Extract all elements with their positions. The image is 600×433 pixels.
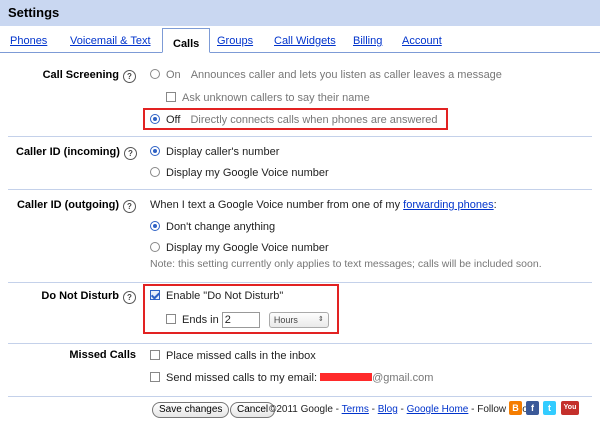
twitter-icon[interactable]: t	[543, 401, 556, 415]
tab-account[interactable]: Account	[402, 35, 442, 47]
tab-groups[interactable]: Groups	[217, 35, 253, 47]
forwarding-phones-link[interactable]: forwarding phones	[403, 199, 494, 211]
tab-bar: Phones Voicemail & Text Calls Groups Cal…	[0, 26, 600, 53]
blog-link[interactable]: Blog	[378, 404, 398, 415]
outgoing-display-gv-option[interactable]: Display my Google Voice number	[150, 242, 329, 254]
page-title: Settings	[8, 5, 60, 20]
ask-name-option[interactable]: Ask unknown callers to say their name	[166, 92, 370, 104]
missed-calls-label: Missed Calls	[69, 349, 136, 361]
radio-screening-off[interactable]	[150, 114, 160, 124]
call-screening-label: Call Screening?	[30, 69, 136, 83]
help-icon[interactable]: ?	[123, 147, 137, 160]
incoming-display-gv-option[interactable]: Display my Google Voice number	[150, 167, 329, 179]
outgoing-note: Note: this setting currently only applie…	[150, 258, 542, 270]
missed-inbox-option[interactable]: Place missed calls in the inbox	[150, 350, 316, 362]
missed-email-option[interactable]: Send missed calls to my email: @gmail.co…	[150, 372, 433, 384]
call-screening-on-option[interactable]: On Announces caller and lets you listen a…	[150, 69, 502, 81]
radio-screening-on[interactable]	[150, 69, 160, 79]
call-screening-off-option[interactable]: Off Directly connects calls when phones a…	[150, 114, 438, 126]
blogger-icon[interactable]: B	[509, 401, 522, 415]
youtube-icon[interactable]: You	[561, 401, 579, 415]
caller-id-outgoing-label: Caller ID (outgoing)?	[16, 199, 136, 213]
duration-unit-select[interactable]: Hours ⇕	[268, 312, 329, 328]
google-home-link[interactable]: Google Home	[407, 404, 469, 415]
help-icon[interactable]: ?	[123, 291, 136, 304]
do-not-disturb-label: Do Not Disturb?	[30, 290, 136, 304]
radio-display-gv-outgoing[interactable]	[150, 242, 160, 252]
checkbox-ends-in[interactable]	[166, 313, 176, 324]
checkbox-ask-name[interactable]	[166, 92, 176, 102]
redacted-email	[320, 373, 373, 381]
save-changes-button[interactable]: Save changes	[152, 402, 230, 418]
checkbox-enable-dnd[interactable]	[150, 290, 160, 300]
radio-display-gv-incoming[interactable]	[150, 167, 160, 177]
radio-dont-change[interactable]	[150, 221, 160, 231]
help-icon[interactable]: ?	[123, 70, 136, 83]
tab-phones[interactable]: Phones	[10, 35, 47, 47]
checkbox-missed-inbox[interactable]	[150, 350, 160, 360]
tab-calls[interactable]: Calls	[162, 28, 211, 53]
enable-dnd-option[interactable]: Enable "Do Not Disturb"	[150, 290, 283, 302]
checkbox-missed-email[interactable]	[150, 372, 160, 382]
tab-voicemail-text[interactable]: Voicemail & Text	[70, 35, 151, 47]
footer-links: ©2011 Google - Terms - Blog - Google Hom…	[269, 404, 537, 415]
terms-link[interactable]: Terms	[342, 404, 369, 415]
dnd-ends-in-row: Ends in 2 Hours ⇕	[166, 312, 329, 328]
tab-call-widgets[interactable]: Call Widgets	[274, 35, 336, 47]
select-arrows-icon: ⇕	[317, 316, 324, 323]
section-caller-id-incoming	[8, 137, 592, 190]
ends-in-input[interactable]: 2	[221, 312, 260, 328]
caller-id-incoming-label: Caller ID (incoming)?	[16, 146, 137, 160]
facebook-icon[interactable]: f	[526, 401, 539, 415]
settings-header: Settings	[0, 0, 600, 26]
outgoing-dont-change-option[interactable]: Don't change anything	[150, 221, 275, 233]
tab-billing[interactable]: Billing	[353, 35, 382, 47]
incoming-display-caller-option[interactable]: Display caller's number	[150, 146, 279, 158]
outgoing-intro-text: When I text a Google Voice number from o…	[150, 199, 497, 211]
radio-display-caller[interactable]	[150, 146, 160, 156]
help-icon[interactable]: ?	[123, 200, 136, 213]
